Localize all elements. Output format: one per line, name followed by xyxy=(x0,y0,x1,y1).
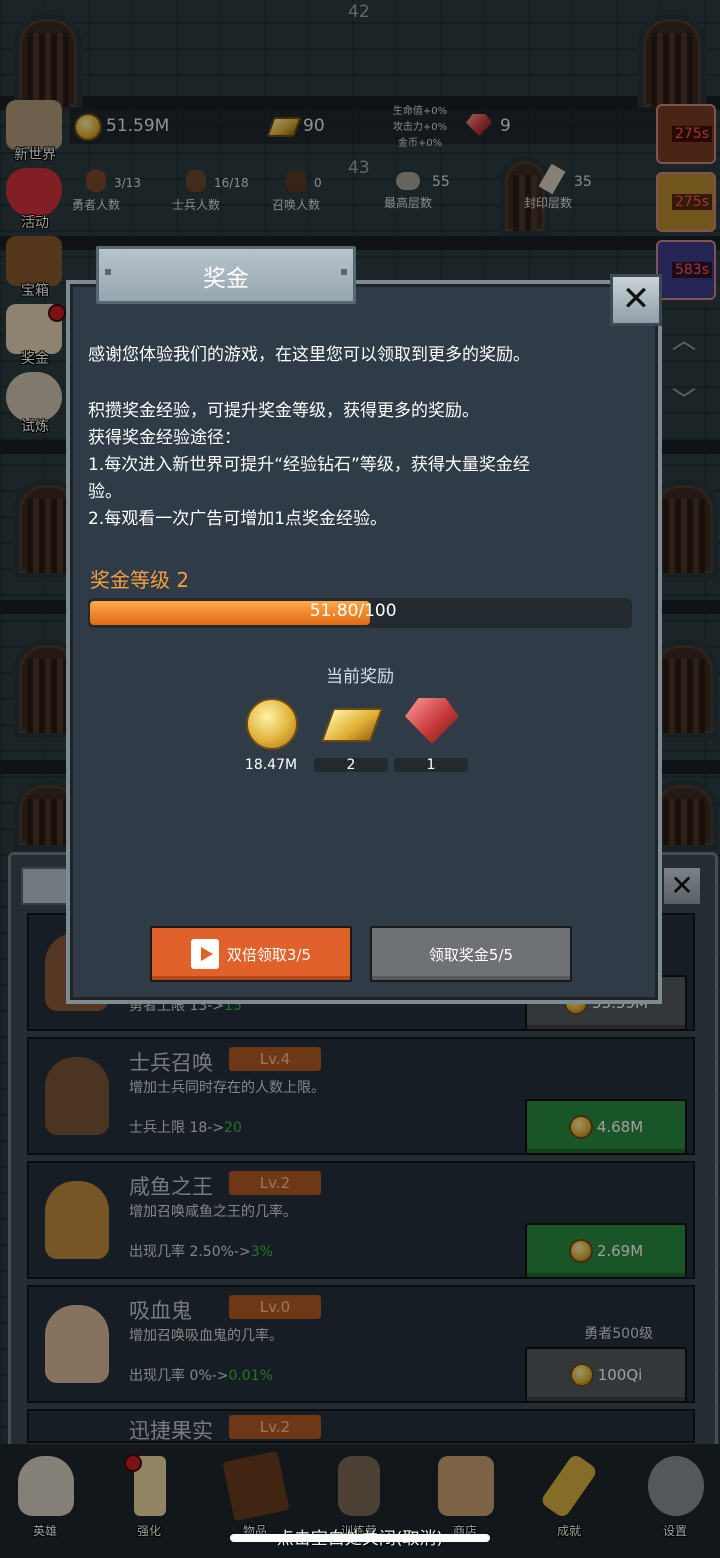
dialog-text-way-2: 2.每观看一次广告可增加1点奖金经验。 xyxy=(88,509,388,529)
double-claim-button[interactable]: 双倍领取3/5 xyxy=(150,926,352,982)
home-indicator[interactable] xyxy=(230,1534,490,1542)
reward-gem xyxy=(390,698,474,748)
xp-progress-bar: 51.80/100 xyxy=(88,598,632,628)
dialog-text-accumulate: 积攒奖金经验，可提升奖金等级，获得更多的奖励。 xyxy=(88,401,479,421)
video-ad-icon xyxy=(190,939,219,969)
claim-bonus-button[interactable]: 领取奖金5/5 xyxy=(370,926,572,982)
reward-gold-bar xyxy=(310,698,394,746)
dialog-text-way-1: 1.每次进入新世界可提升“经验钻石”等级，获得大量奖金经 xyxy=(88,455,530,475)
dialog-title-tab: 奖金 xyxy=(96,246,356,304)
xp-progress-text: 51.80/100 xyxy=(309,601,397,621)
reward-gold xyxy=(230,698,314,754)
bonus-dialog xyxy=(66,280,662,1004)
close-icon[interactable]: ✕ xyxy=(610,274,662,326)
reward-gem-count: 1 xyxy=(394,758,468,772)
ruby-gem-icon xyxy=(405,698,459,744)
dialog-text-ways: 获得奖金经验途径： xyxy=(88,428,241,448)
current-reward-title: 当前奖励 xyxy=(326,667,394,687)
reward-gold-bar-count: 2 xyxy=(314,758,388,772)
gold-coin-icon xyxy=(246,698,298,750)
dialog-title: 奖金 xyxy=(203,266,249,292)
dialog-text-way-1-cont: 验。 xyxy=(88,482,122,502)
reward-gold-count: 18.47M xyxy=(244,757,298,773)
gold-bar-icon xyxy=(320,708,384,742)
bonus-level: 奖金等级 2 xyxy=(90,568,190,592)
dialog-text-thanks: 感谢您体验我们的游戏，在这里您可以领取到更多的奖励。 xyxy=(88,345,530,365)
